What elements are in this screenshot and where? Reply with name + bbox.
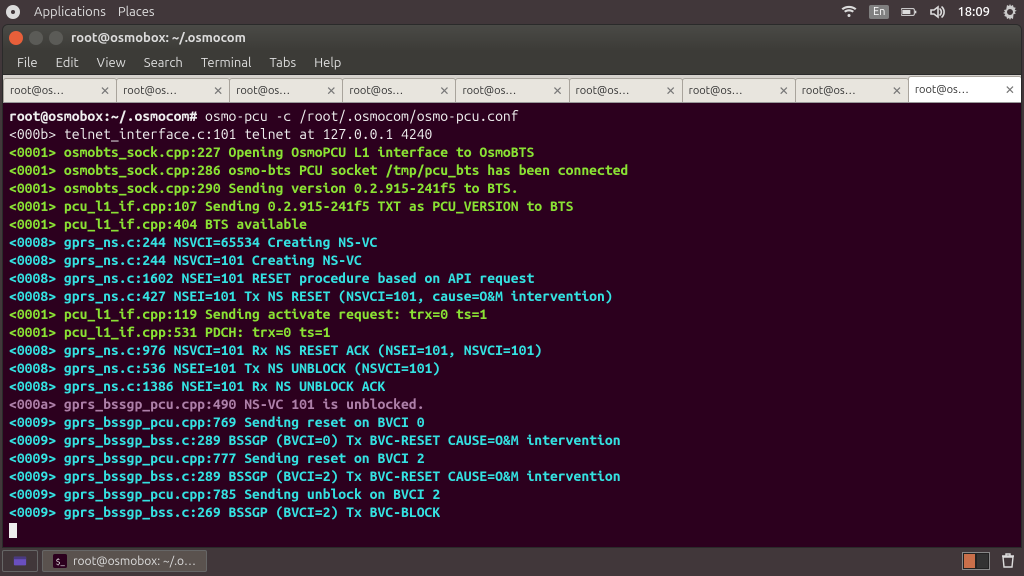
menu-help[interactable]: Help xyxy=(306,54,349,72)
terminal-tab[interactable]: root@os… ✕ xyxy=(116,78,230,102)
tab-close-icon[interactable]: ✕ xyxy=(552,84,562,98)
battery-icon[interactable] xyxy=(901,4,917,20)
terminal-tab[interactable]: root@os… ✕ xyxy=(342,78,456,102)
terminal-tab[interactable]: root@os… ✕ xyxy=(908,76,1022,102)
menu-view[interactable]: View xyxy=(89,54,134,72)
menu-search[interactable]: Search xyxy=(136,54,191,72)
workspace-switcher[interactable] xyxy=(962,552,990,570)
tab-close-icon[interactable]: ✕ xyxy=(779,84,789,98)
menu-file[interactable]: File xyxy=(9,54,46,72)
ubuntu-logo-icon xyxy=(6,5,20,19)
tab-close-icon[interactable]: ✕ xyxy=(892,84,902,98)
terminal-tab[interactable]: root@os… ✕ xyxy=(682,78,796,102)
taskbar-entry-terminal[interactable]: $_ root@osmobox: ~/.o… xyxy=(42,550,207,572)
tab-close-icon[interactable]: ✕ xyxy=(439,84,449,98)
app-menubar: File Edit View Search Terminal Tabs Help xyxy=(3,51,1021,75)
terminal-tab[interactable]: root@os… ✕ xyxy=(3,78,117,102)
terminal-viewport[interactable]: root@osmobox:~/.osmocom# osmo-pcu -c /ro… xyxy=(3,103,1021,547)
tab-close-icon[interactable]: ✕ xyxy=(213,84,223,98)
keyboard-layout-indicator[interactable]: En xyxy=(869,5,889,19)
tab-close-icon[interactable]: ✕ xyxy=(1005,83,1015,97)
tab-close-icon[interactable]: ✕ xyxy=(100,84,110,98)
window-maximize-button[interactable] xyxy=(49,31,63,45)
terminal-cursor xyxy=(9,523,17,538)
tab-label: root@os… xyxy=(123,85,177,97)
terminal-tab[interactable]: root@os… ✕ xyxy=(569,78,683,102)
window-title: root@osmobox: ~/.osmocom xyxy=(71,31,246,45)
tab-label: root@os… xyxy=(915,84,969,96)
terminal-window: root@osmobox: ~/.osmocom File Edit View … xyxy=(2,24,1022,548)
tab-label: root@os… xyxy=(236,85,290,97)
tab-label: root@os… xyxy=(349,85,403,97)
taskbar-entry-label: root@osmobox: ~/.o… xyxy=(73,555,196,568)
terminal-tab-bar: root@os…✕root@os…✕root@os…✕root@os…✕root… xyxy=(3,75,1021,103)
terminal-tab[interactable]: root@os… ✕ xyxy=(455,78,569,102)
menu-edit[interactable]: Edit xyxy=(48,54,87,72)
tab-close-icon[interactable]: ✕ xyxy=(326,84,336,98)
menu-terminal[interactable]: Terminal xyxy=(193,54,260,72)
svg-text:$_: $_ xyxy=(56,557,66,567)
tab-label: root@os… xyxy=(689,85,743,97)
show-desktop-button[interactable] xyxy=(2,550,38,572)
settings-gear-icon[interactable] xyxy=(1002,4,1018,20)
tab-close-icon[interactable]: ✕ xyxy=(666,84,676,98)
gnome-top-panel: Applications Places En 18:09 xyxy=(0,0,1024,24)
window-minimize-button[interactable] xyxy=(29,31,43,45)
tab-label: root@os… xyxy=(576,85,630,97)
clock[interactable]: 18:09 xyxy=(957,5,990,19)
applications-menu[interactable]: Applications xyxy=(30,5,110,19)
wifi-icon[interactable] xyxy=(841,4,857,20)
volume-icon[interactable] xyxy=(929,4,945,20)
menu-tabs[interactable]: Tabs xyxy=(261,54,304,72)
tab-label: root@os… xyxy=(802,85,856,97)
tab-label: root@os… xyxy=(10,85,64,97)
gnome-bottom-panel: $_ root@osmobox: ~/.o… xyxy=(0,548,1024,574)
window-close-button[interactable] xyxy=(9,31,23,45)
places-menu[interactable]: Places xyxy=(114,5,159,19)
tab-label: root@os… xyxy=(462,85,516,97)
terminal-tab[interactable]: root@os… ✕ xyxy=(795,78,909,102)
window-titlebar[interactable]: root@osmobox: ~/.osmocom xyxy=(3,25,1021,51)
terminal-tab[interactable]: root@os… ✕ xyxy=(229,78,343,102)
trash-icon[interactable] xyxy=(1000,553,1016,569)
